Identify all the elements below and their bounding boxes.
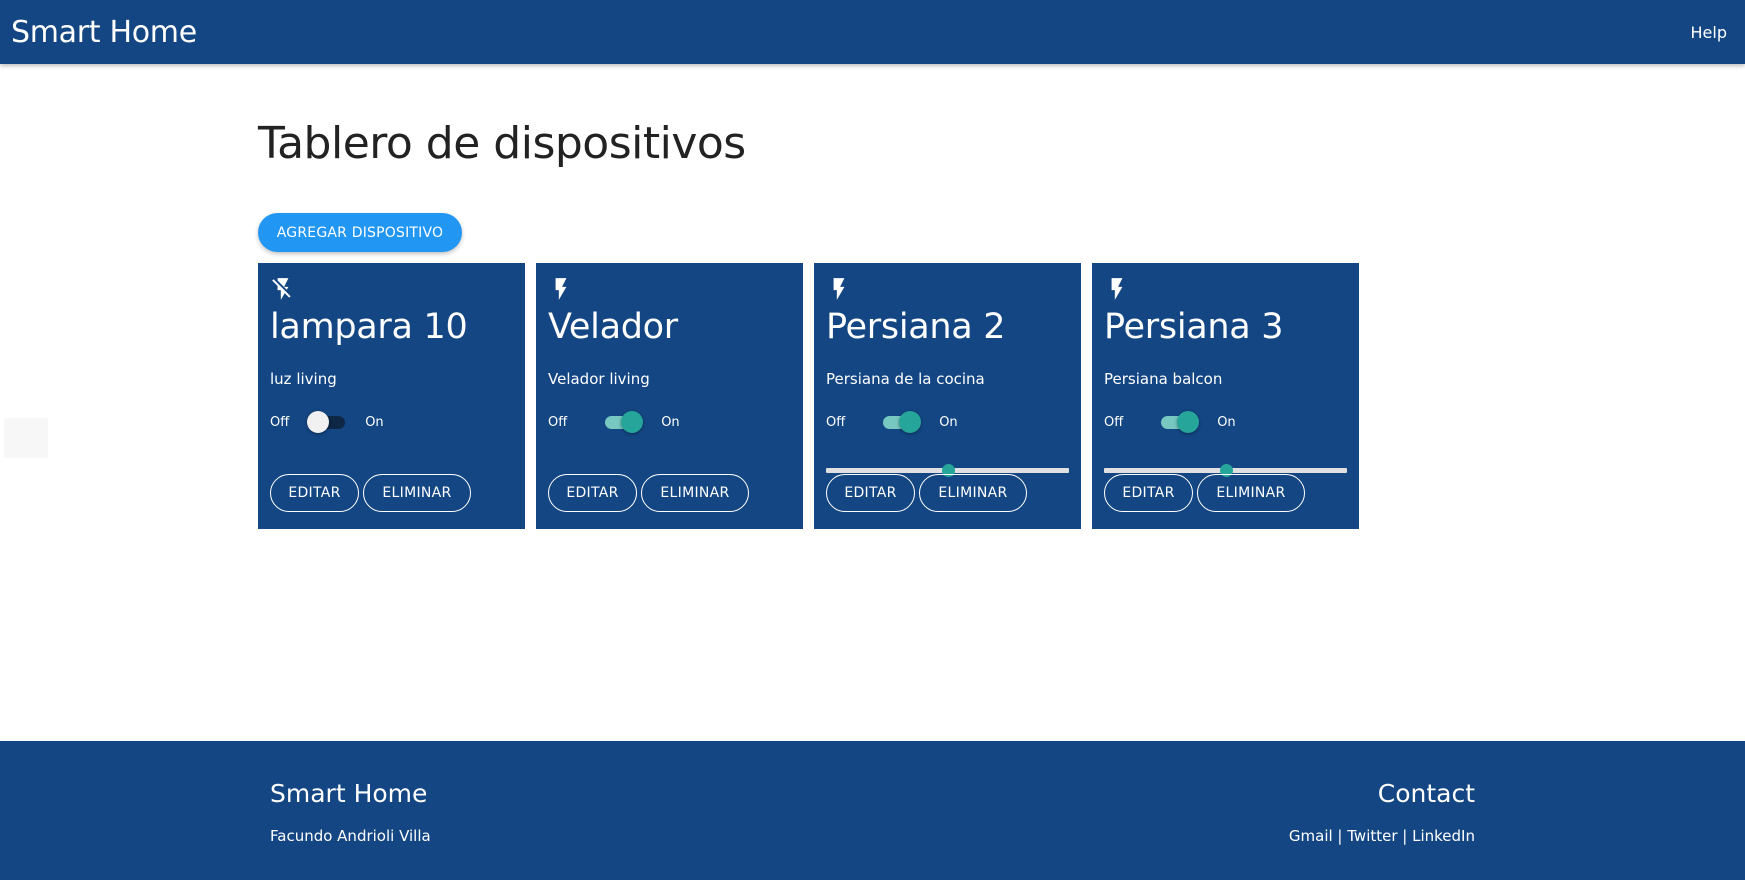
switch-on-label: On: [661, 414, 680, 430]
flash-icon: [1104, 275, 1130, 303]
switch-on-label: On: [939, 414, 958, 430]
linkedin-link[interactable]: LinkedIn: [1412, 827, 1475, 845]
delete-button[interactable]: ELIMINAR: [1197, 474, 1305, 512]
device-card: lampara 10 luz living Off On EDITAR ELIMINAR: [258, 263, 525, 529]
switch-off-label: Off: [1104, 414, 1124, 430]
device-description: luz living: [270, 370, 337, 388]
edit-button[interactable]: EDITAR: [1104, 474, 1193, 512]
switch-off-label: Off: [548, 414, 568, 430]
switch-on-label: On: [365, 414, 384, 430]
device-description: Persiana de la cocina: [826, 370, 985, 388]
add-device-button[interactable]: AGREGAR DISPOSITIVO: [258, 213, 462, 252]
device-card: Persiana 2 Persiana de la cocina Off On EDIT…: [814, 263, 1081, 529]
switch-off-label: Off: [826, 414, 846, 430]
device-actions: EDITAR ELIMINAR: [1104, 474, 1305, 512]
help-link[interactable]: Help: [1691, 23, 1727, 42]
toggle-knob: [899, 411, 922, 433]
device-power-toggle[interactable]: [1159, 411, 1200, 433]
delete-button[interactable]: ELIMINAR: [641, 474, 749, 512]
toggle-knob: [1177, 411, 1200, 433]
device-name: Velador: [548, 307, 678, 347]
footer-contact-links: Gmail | Twitter | LinkedIn: [1289, 827, 1475, 845]
switch-on-label: On: [1217, 414, 1236, 430]
brand-title[interactable]: Smart Home: [11, 15, 197, 50]
device-description: Velador living: [548, 370, 650, 388]
edit-button[interactable]: EDITAR: [548, 474, 637, 512]
device-switch-row: Off On: [826, 411, 958, 433]
flash-icon: [548, 275, 574, 303]
delete-button[interactable]: ELIMINAR: [363, 474, 471, 512]
device-card-list: lampara 10 luz living Off On EDITAR ELIMINAR V…: [258, 263, 1359, 529]
device-name: Persiana 2: [826, 307, 1006, 347]
gmail-link[interactable]: Gmail: [1289, 827, 1333, 845]
device-power-toggle[interactable]: [881, 411, 922, 433]
device-actions: EDITAR ELIMINAR: [270, 474, 471, 512]
link-separator: |: [1397, 827, 1413, 845]
device-actions: EDITAR ELIMINAR: [548, 474, 749, 512]
device-card: Velador Velador living Off On EDITAR ELIMINAR: [536, 263, 803, 529]
flash-icon: [826, 275, 852, 303]
top-navbar: Smart Home Help: [0, 0, 1745, 64]
device-name: lampara 10: [270, 307, 468, 347]
switch-off-label: Off: [270, 414, 290, 430]
device-power-toggle[interactable]: [307, 411, 347, 433]
device-name: Persiana 3: [1104, 307, 1284, 347]
page-title: Tablero de dispositivos: [258, 118, 746, 169]
delete-button[interactable]: ELIMINAR: [919, 474, 1027, 512]
side-placeholder: [4, 418, 48, 458]
device-card: Persiana 3 Persiana balcon Off On EDITAR ELIM…: [1092, 263, 1359, 529]
toggle-knob: [307, 411, 330, 433]
device-description: Persiana balcon: [1104, 370, 1223, 388]
link-separator: |: [1332, 827, 1348, 845]
device-switch-row: Off On: [270, 411, 384, 433]
device-actions: EDITAR ELIMINAR: [826, 474, 1027, 512]
footer-author: Facundo Andrioli Villa: [270, 827, 431, 845]
footer-title: Smart Home: [270, 779, 428, 808]
footer-contact-title: Contact: [1377, 779, 1475, 808]
flash-off-icon: [270, 275, 296, 303]
edit-button[interactable]: EDITAR: [826, 474, 915, 512]
page-footer: Smart Home Facundo Andrioli Villa Contac…: [0, 741, 1745, 880]
twitter-link[interactable]: Twitter: [1347, 827, 1397, 845]
device-switch-row: Off On: [1104, 411, 1236, 433]
toggle-knob: [621, 411, 644, 433]
main-content: Tablero de dispositivos: [258, 116, 1358, 172]
edit-button[interactable]: EDITAR: [270, 474, 359, 512]
device-switch-row: Off On: [548, 411, 680, 433]
device-power-toggle[interactable]: [603, 411, 644, 433]
